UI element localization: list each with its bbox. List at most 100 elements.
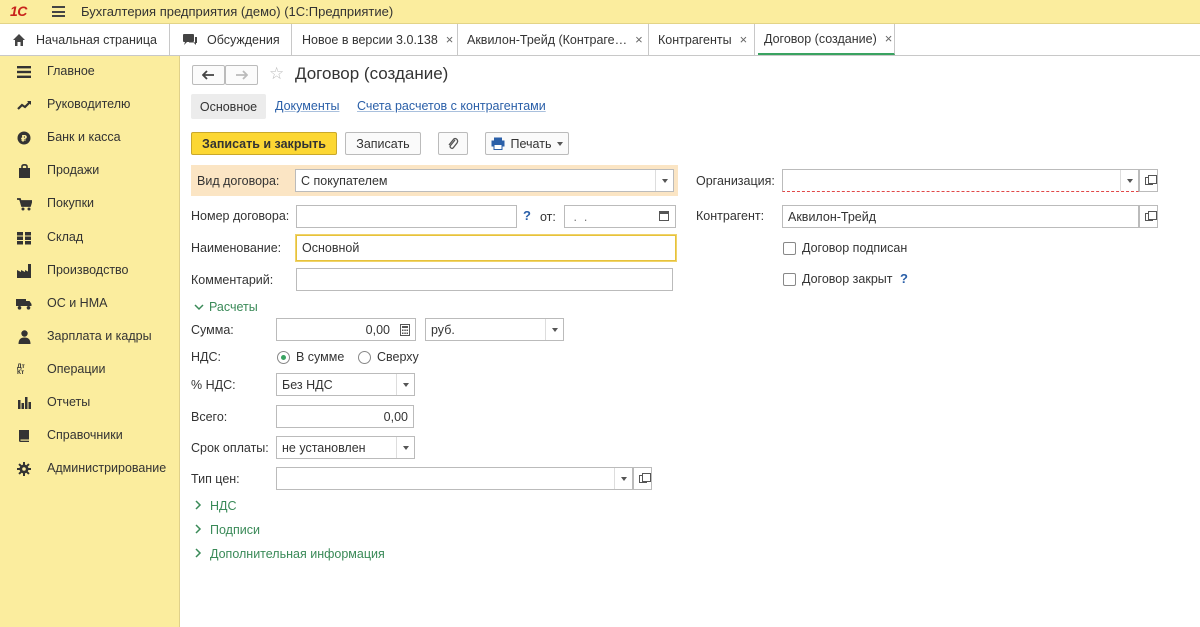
contract-type-label: Вид договора:: [197, 174, 280, 188]
tab-discussions[interactable]: Обсуждения: [170, 24, 292, 55]
close-icon[interactable]: ×: [635, 32, 643, 47]
tab-label: Новое в версии 3.0.138: [302, 32, 438, 47]
help-icon[interactable]: ?: [523, 208, 531, 223]
tab-label: Начальная страница: [36, 32, 157, 47]
open-price-type-button[interactable]: [633, 467, 652, 490]
calendar-icon[interactable]: [659, 211, 669, 221]
open-organization-button[interactable]: [1139, 169, 1158, 192]
sidebar-item-label: Отчеты: [47, 395, 91, 409]
counterparty-input[interactable]: Аквилон-Трейд: [782, 205, 1139, 228]
dropdown-icon[interactable]: [655, 170, 673, 191]
closed-checkbox[interactable]: [783, 273, 796, 286]
open-icon: [638, 472, 651, 483]
sidebar-item-sales[interactable]: Продажи: [0, 159, 180, 183]
contract-number-input[interactable]: [296, 205, 517, 228]
sidebar-item-bank[interactable]: ₽ Банк и касса: [0, 126, 180, 150]
additional-info-group-toggle[interactable]: Дополнительная информация: [195, 547, 385, 561]
vat-rate-select[interactable]: Без НДС: [276, 373, 415, 396]
attach-button[interactable]: [438, 132, 468, 155]
vat-label: НДС:: [191, 350, 221, 364]
tab-contract-create[interactable]: Договор (создание) ×: [758, 24, 895, 55]
dropdown-icon[interactable]: [396, 437, 414, 458]
contract-number-label: Номер договора:: [191, 209, 290, 223]
tab-counterparties[interactable]: Контрагенты ×: [649, 24, 755, 55]
open-counterparty-button[interactable]: [1139, 205, 1158, 228]
vat-group-label: НДС: [210, 499, 237, 513]
save-and-close-button[interactable]: Записать и закрыть: [191, 132, 337, 155]
sidebar-item-purchases[interactable]: Покупки: [0, 192, 180, 216]
subtab-accounts[interactable]: Счета расчетов с контрагентами: [357, 99, 546, 113]
sidebar-item-label: ОС и НМА: [47, 296, 108, 310]
sidebar-item-main[interactable]: Главное: [0, 60, 180, 84]
print-button[interactable]: Печать: [485, 132, 569, 155]
vat-in-sum-radio[interactable]: [277, 351, 290, 364]
close-icon[interactable]: ×: [446, 32, 454, 47]
back-button[interactable]: [192, 65, 225, 85]
gear-icon: [16, 461, 32, 477]
main-menu-icon[interactable]: [52, 6, 65, 17]
sidebar-item-label: Главное: [47, 64, 95, 78]
contract-type-select[interactable]: С покупателем: [295, 169, 674, 192]
sidebar-item-manager[interactable]: Руководителю: [0, 93, 180, 117]
sidebar-item-admin[interactable]: Администрирование: [0, 457, 180, 481]
close-icon[interactable]: ×: [885, 31, 893, 46]
signatures-group-toggle[interactable]: Подписи: [195, 523, 260, 537]
help-icon[interactable]: ?: [900, 271, 908, 286]
dropdown-icon[interactable]: [614, 468, 632, 489]
sidebar-item-reports[interactable]: Отчеты: [0, 391, 180, 415]
close-icon[interactable]: ×: [740, 32, 748, 47]
vat-on-top-label: Сверху: [377, 350, 419, 364]
dropdown-icon[interactable]: [1120, 170, 1138, 191]
coin-icon: ₽: [16, 130, 32, 146]
subtab-documents[interactable]: Документы: [275, 99, 339, 113]
sidebar-item-production[interactable]: Производство: [0, 259, 180, 283]
tab-home[interactable]: Начальная страница: [0, 24, 170, 55]
chevron-right-icon: [195, 548, 202, 558]
dropdown-icon[interactable]: [396, 374, 414, 395]
vat-group-toggle[interactable]: НДС: [195, 499, 237, 513]
tabs-bar: Начальная страница Обсуждения Новое в ве…: [0, 24, 1200, 56]
organization-select[interactable]: [782, 169, 1139, 192]
name-input[interactable]: Основной: [296, 235, 676, 261]
forward-button[interactable]: [225, 65, 258, 85]
open-icon: [1144, 210, 1157, 221]
chevron-right-icon: [195, 524, 202, 534]
vat-rate-label: % НДС:: [191, 378, 236, 392]
vat-on-top-radio[interactable]: [358, 351, 371, 364]
app-logo: 1С: [10, 3, 27, 19]
contract-date-value: . .: [570, 210, 588, 224]
app-title: Бухгалтерия предприятия (демо) (1С:Предп…: [81, 4, 394, 19]
price-type-select[interactable]: [276, 467, 633, 490]
dropdown-icon[interactable]: [545, 319, 563, 340]
sidebar-item-operations[interactable]: Дт Кт Операции: [0, 358, 180, 382]
svg-text:₽: ₽: [21, 135, 27, 145]
sidebar-item-directories[interactable]: Справочники: [0, 424, 180, 448]
bag-icon: [16, 163, 32, 179]
settlements-group-toggle[interactable]: Расчеты: [194, 300, 258, 314]
tab-label: Обсуждения: [207, 32, 280, 47]
total-input[interactable]: 0,00: [276, 405, 414, 428]
sidebar-item-fixed-assets[interactable]: ОС и НМА: [0, 292, 180, 316]
subtab-main[interactable]: Основное: [191, 94, 266, 119]
signed-checkbox[interactable]: [783, 242, 796, 255]
tab-new-version[interactable]: Новое в версии 3.0.138 ×: [292, 24, 458, 55]
counterparty-label: Контрагент:: [696, 209, 765, 223]
sum-input[interactable]: 0,00: [276, 318, 416, 341]
open-icon: [1144, 174, 1157, 185]
person-icon: [16, 329, 32, 345]
cart-icon: [16, 196, 32, 212]
contract-date-input[interactable]: . .: [564, 205, 676, 228]
save-button[interactable]: Записать: [345, 132, 421, 155]
title-bar: 1С Бухгалтерия предприятия (демо) (1С:Пр…: [0, 0, 1200, 24]
sidebar-item-salary[interactable]: Зарплата и кадры: [0, 325, 180, 349]
dt-kt-text: Дт Кт: [17, 363, 25, 376]
tab-akvilon[interactable]: Аквилон-Трейд (Контраге… ×: [458, 24, 649, 55]
calculator-icon[interactable]: [400, 324, 410, 336]
comment-input[interactable]: [296, 268, 673, 291]
sidebar-item-warehouse[interactable]: Склад: [0, 226, 180, 250]
payment-term-select[interactable]: не установлен: [276, 436, 415, 459]
chat-icon: [183, 33, 197, 45]
sidebar-item-label: Банк и касса: [47, 130, 121, 144]
favorite-star-icon[interactable]: ☆: [269, 64, 284, 84]
currency-select[interactable]: руб.: [425, 318, 564, 341]
